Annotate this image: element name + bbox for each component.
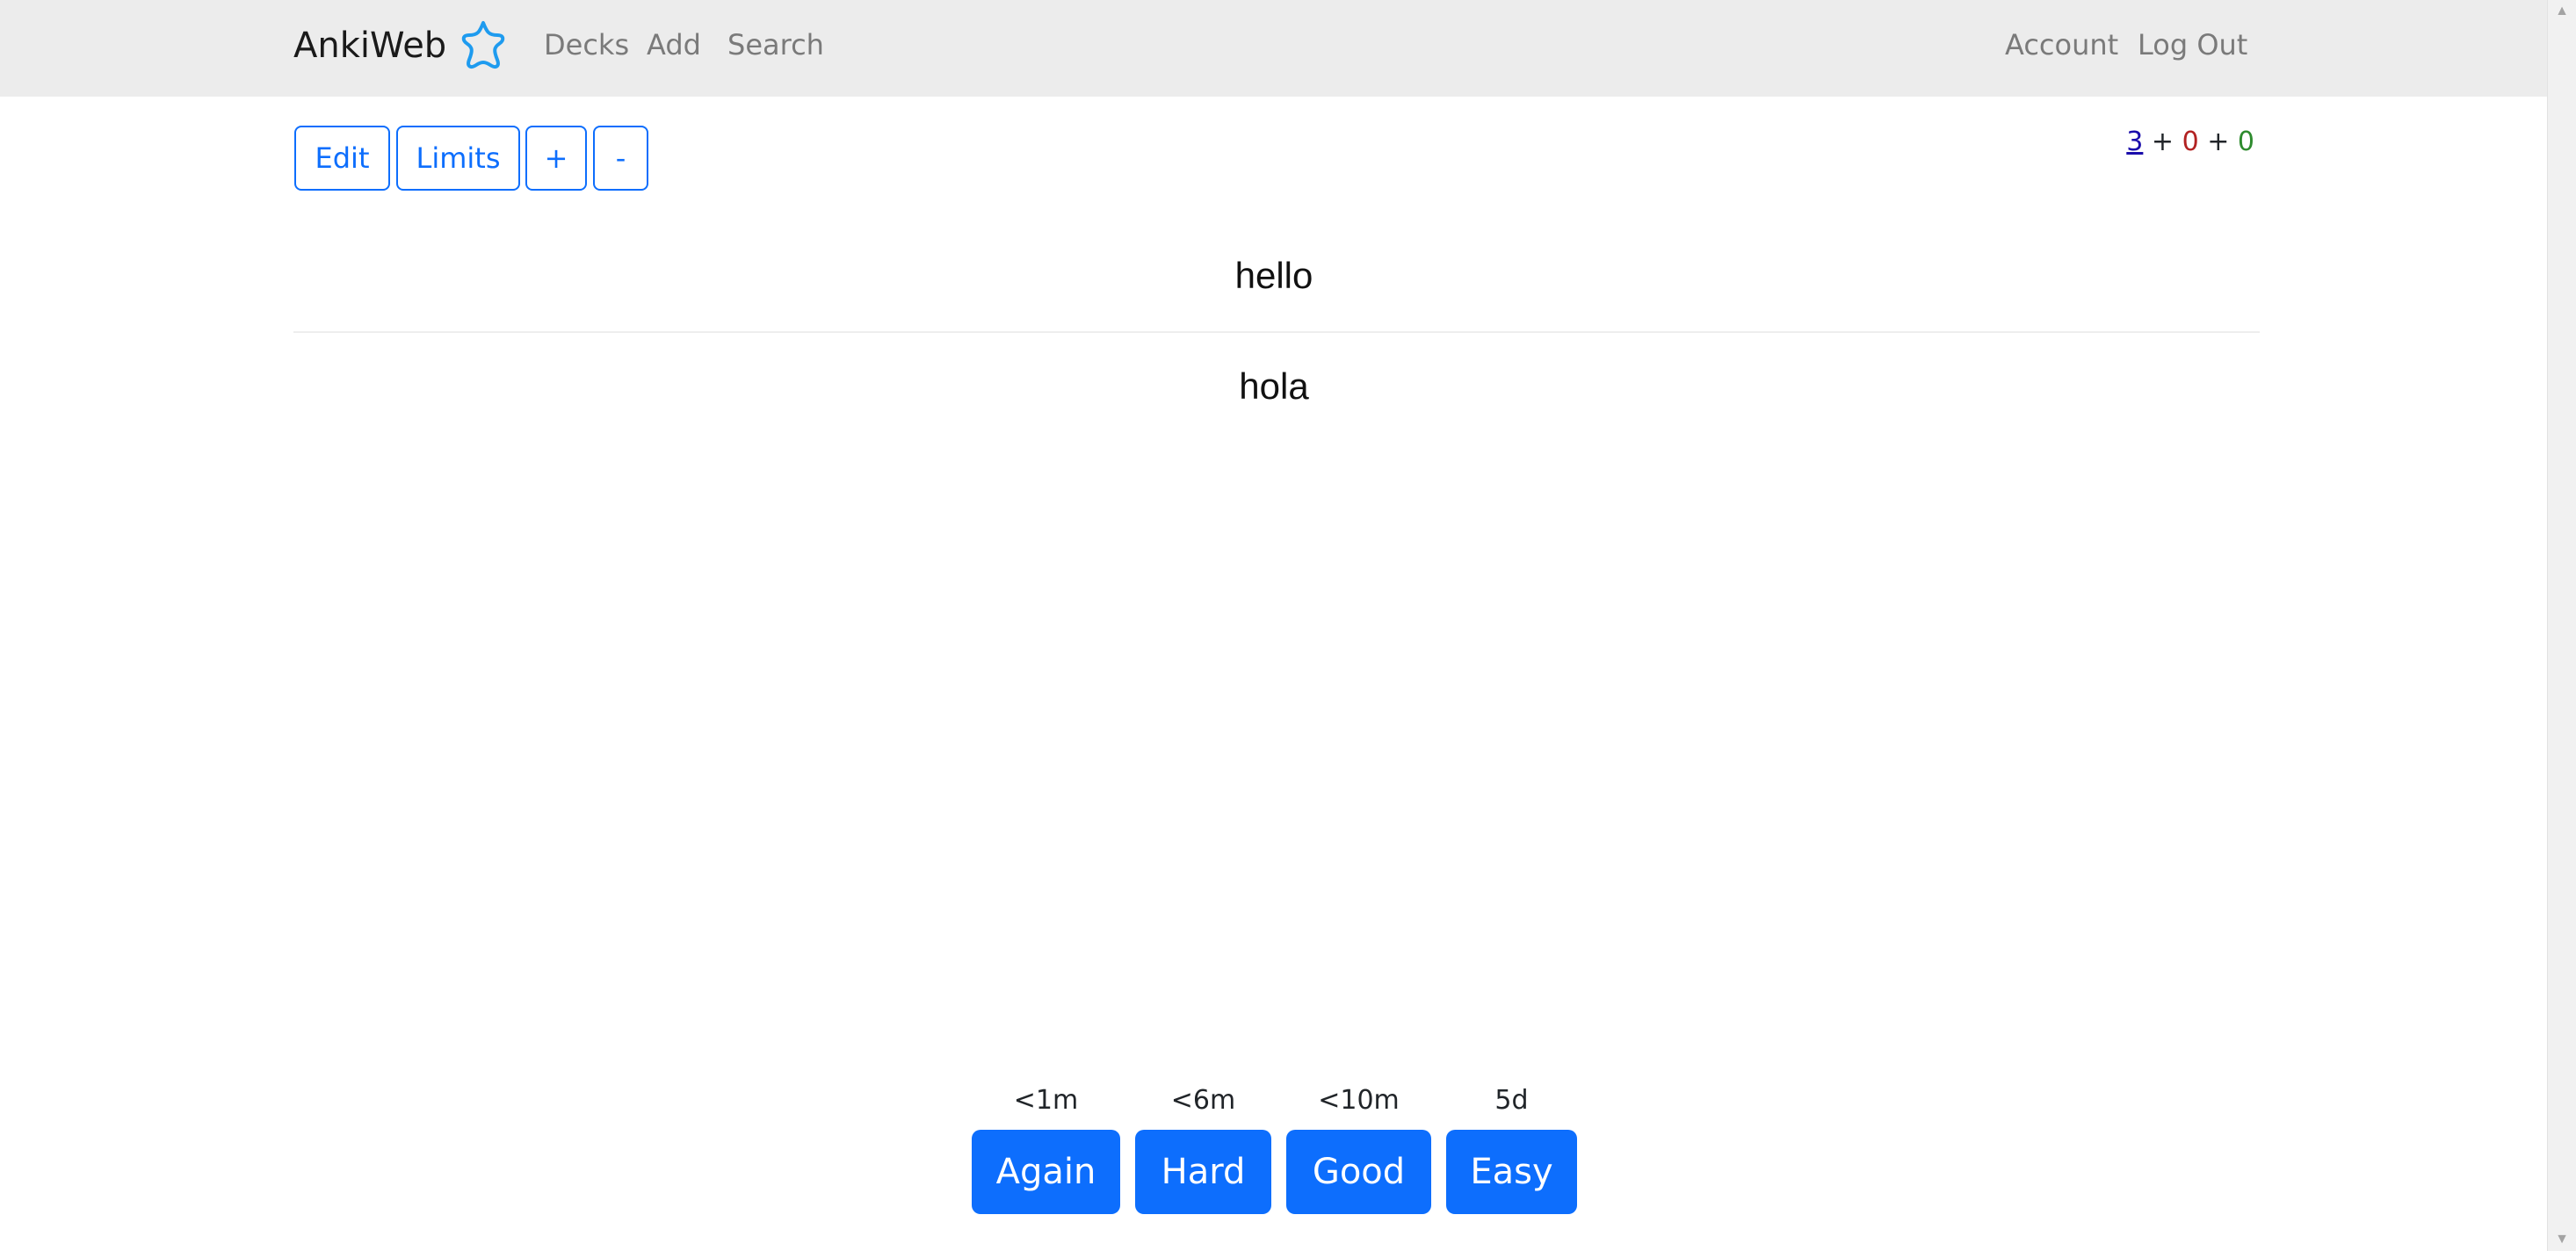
good-interval: <10m bbox=[1318, 1085, 1400, 1116]
decrease-button[interactable]: - bbox=[593, 126, 648, 191]
scroll-up-arrow-icon[interactable]: ▲ bbox=[2548, 0, 2576, 23]
hard-group: <6m Hard bbox=[1135, 1081, 1271, 1214]
good-group: <10m Good bbox=[1286, 1081, 1431, 1214]
learn-count: 0 bbox=[2182, 127, 2199, 157]
due-counts: 3 + 0 + 0 bbox=[2126, 127, 2254, 157]
increase-button[interactable]: + bbox=[525, 126, 587, 191]
new-count[interactable]: 3 bbox=[2126, 127, 2143, 157]
again-interval: <1m bbox=[1013, 1085, 1079, 1116]
hard-button[interactable]: Hard bbox=[1135, 1130, 1271, 1214]
nav-logout[interactable]: Log Out bbox=[2138, 23, 2247, 67]
nav-search[interactable]: Search bbox=[727, 23, 824, 67]
card-front: hello bbox=[1234, 255, 1313, 296]
vertical-scrollbar[interactable]: ▲ ▼ bbox=[2547, 0, 2576, 1251]
again-button[interactable]: Again bbox=[972, 1130, 1120, 1214]
brand-logo[interactable]: AnkiWeb bbox=[293, 19, 511, 72]
nav-add[interactable]: Add bbox=[647, 23, 701, 67]
nav-decks[interactable]: Decks bbox=[544, 23, 629, 67]
brand-name: AnkiWeb bbox=[293, 25, 447, 66]
count-separator: + bbox=[2198, 127, 2238, 157]
count-separator: + bbox=[2143, 127, 2182, 157]
again-group: <1m Again bbox=[972, 1081, 1120, 1214]
top-navbar: AnkiWeb Decks Add Search Account Log Out bbox=[0, 0, 2548, 97]
review-count: 0 bbox=[2237, 127, 2254, 157]
answer-divider bbox=[293, 331, 2260, 333]
hard-interval: <6m bbox=[1170, 1085, 1236, 1116]
scroll-down-arrow-icon[interactable]: ▼ bbox=[2548, 1228, 2576, 1251]
easy-interval: 5d bbox=[1494, 1085, 1529, 1116]
good-button[interactable]: Good bbox=[1286, 1130, 1431, 1214]
easy-button[interactable]: Easy bbox=[1446, 1130, 1577, 1214]
nav-account[interactable]: Account bbox=[2005, 23, 2118, 67]
easy-group: 5d Easy bbox=[1446, 1081, 1577, 1214]
card-back: hola bbox=[1239, 365, 1309, 407]
edit-button[interactable]: Edit bbox=[294, 126, 390, 191]
limits-button[interactable]: Limits bbox=[396, 126, 520, 191]
star-icon bbox=[461, 21, 505, 69]
